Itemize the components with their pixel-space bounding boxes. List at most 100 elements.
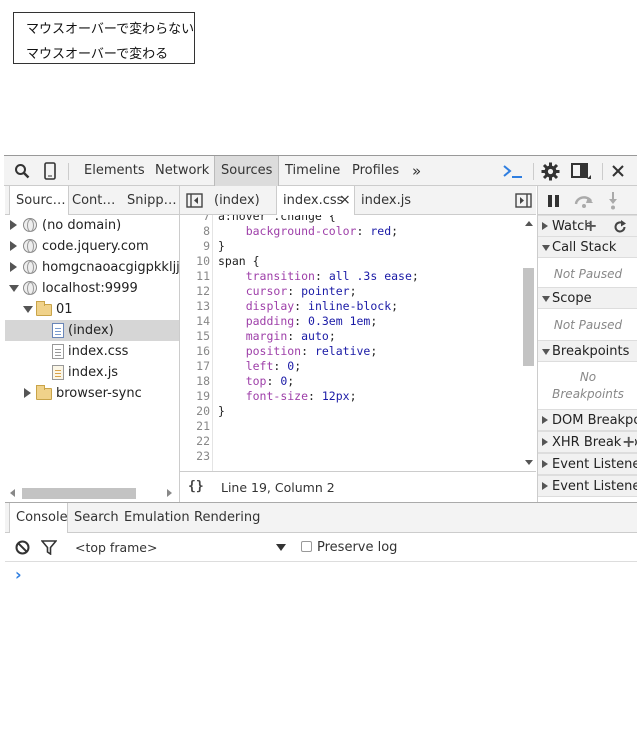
scope-section-header[interactable]: Scope [538,287,637,309]
step-into-icon[interactable] [608,192,618,210]
tab-emulation[interactable]: Emulation [124,503,190,533]
editor-tab-index-js[interactable]: index.js [361,186,411,215]
html-file-icon [52,323,64,338]
scope-empty-text: Not Paused [553,318,623,332]
event-listeners-section-header[interactable]: Event Listeners [538,475,637,497]
refresh-icon[interactable] [613,220,627,234]
tree-item-index-js[interactable]: index.js [5,362,179,383]
code-text: cursor: pointer; [245,284,357,298]
debugger-controls [537,186,637,215]
devtools-toolbar: Elements Network Sources Timeline Profil… [4,155,637,186]
tree-item-folder-01[interactable]: 01 [5,299,179,320]
console-toolbar: <top frame> Preserve log [5,533,637,562]
pause-icon[interactable] [548,195,559,207]
line-number[interactable]: 16 [180,344,210,359]
call-stack-section-header[interactable]: Call Stack [538,236,637,258]
debugger-sidebar: Watch + Call Stack Not Paused Scope Not … [537,215,637,502]
filter-icon[interactable] [41,540,57,555]
hover-no-change-text[interactable]: マウスオーバーで変わらない [26,18,194,37]
close-tab-icon[interactable]: × [339,186,351,215]
line-number[interactable]: 11 [180,269,210,284]
close-icon[interactable] [612,165,624,177]
line-number[interactable]: 10 [180,254,210,269]
editor-tab-index-html[interactable]: (index) [214,186,260,215]
step-over-icon[interactable] [574,194,594,208]
css-file-icon [52,344,64,359]
frame-dropdown-icon[interactable] [276,544,286,551]
line-number[interactable]: 23 [180,449,210,464]
line-number[interactable]: 19 [180,389,210,404]
event-listener-breakpoints-section-header[interactable]: Event Listener Breakpoints [538,453,637,475]
tree-item-no-domain[interactable]: (no domain) [5,215,179,236]
toggle-navigator-icon[interactable] [186,193,203,208]
domain-icon [23,281,37,295]
line-number[interactable]: 12 [180,284,210,299]
domain-icon [23,239,37,253]
code-text: } [218,404,225,418]
line-number[interactable]: 14 [180,314,210,329]
tree-item-localhost[interactable]: localhost:9999 [5,278,179,299]
preserve-log-label: Preserve log [317,540,398,555]
editor-tab-label: index.css [283,193,344,208]
tab-elements[interactable]: Elements [84,156,145,186]
tab-sources-nav[interactable]: Sourc… [9,186,69,215]
tree-item-extension[interactable]: homgcnaoacgigpkkljjjel [5,257,179,278]
line-number[interactable]: 8 [180,224,210,239]
code-text: span { [218,254,260,268]
drawer-tabs: Console Search Emulation Rendering [5,502,637,533]
tree-item-browser-sync[interactable]: browser-sync [5,383,179,404]
editor-vertical-scrollbar[interactable] [521,215,536,471]
add-watch-icon[interactable]: + [584,216,597,236]
line-number[interactable]: 13 [180,299,210,314]
tab-snippets[interactable]: Snipp… [127,186,177,215]
tab-rendering[interactable]: Rendering [194,503,260,533]
dock-icon[interactable] [571,163,592,180]
tree-item-code-jquery[interactable]: code.jquery.com [5,236,179,257]
pretty-print-icon[interactable]: {} [188,479,204,494]
clear-console-icon[interactable] [15,540,30,555]
device-mode-icon[interactable] [44,162,56,180]
code-text: left: 0; [245,359,302,373]
folder-icon [36,385,52,400]
line-number[interactable]: 7 [180,215,210,224]
tree-item-index-css[interactable]: index.css [5,341,179,362]
add-xhr-breakpoint-icon[interactable]: + [622,432,636,452]
tab-content-scripts[interactable]: Cont… [72,186,115,215]
line-number[interactable]: 22 [180,434,210,449]
code-editor[interactable]: 7 a:hover .change {8 background-color: re… [179,215,536,471]
dom-breakpoints-section-header[interactable]: DOM Breakpoints [538,409,637,431]
line-number[interactable]: 20 [180,404,210,419]
file-tree: (no domain) code.jquery.com homgcnaoacgi… [5,215,179,483]
tab-profiles[interactable]: Profiles [352,156,399,186]
code-text: display: inline-block; [245,299,399,313]
preserve-log-checkbox[interactable] [301,541,312,552]
line-number[interactable]: 17 [180,359,210,374]
navigator-horizontal-scrollbar[interactable] [5,484,179,502]
tab-timeline[interactable]: Timeline [285,156,340,186]
tab-console[interactable]: Console [9,503,68,533]
line-number[interactable]: 21 [180,419,210,434]
line-number[interactable]: 15 [180,329,210,344]
xhr-breakpoints-section-header[interactable]: XHR Breakpoints + [538,431,637,453]
settings-icon[interactable] [541,162,560,181]
code-text: position: relative; [245,344,378,358]
editor-tab-index-css[interactable]: index.css × [276,186,355,215]
more-tabs-button[interactable]: » [412,156,421,186]
tab-sources[interactable]: Sources [214,156,280,186]
breakpoints-section-header[interactable]: Breakpoints [538,340,637,362]
call-stack-empty-text: Not Paused [553,267,623,281]
tab-network[interactable]: Network [155,156,209,186]
tab-search[interactable]: Search [74,503,119,533]
line-number[interactable]: 9 [180,239,210,254]
console-drawer-icon[interactable] [502,163,524,179]
toggle-debugger-icon[interactable] [515,193,532,208]
breakpoints-empty-text-2: Breakpoints [552,387,624,401]
search-icon[interactable] [14,163,30,179]
frame-selector[interactable]: <top frame> [75,540,157,555]
line-number[interactable]: 18 [180,374,210,389]
watch-section-header[interactable]: Watch + [538,215,637,237]
hover-change-text[interactable]: マウスオーバーで変わる [26,43,168,62]
console-output[interactable]: › [5,562,637,742]
hover-demo-box: マウスオーバーで変わらない マウスオーバーで変わる [13,12,195,64]
tree-item-index-html[interactable]: (index) [5,320,179,341]
